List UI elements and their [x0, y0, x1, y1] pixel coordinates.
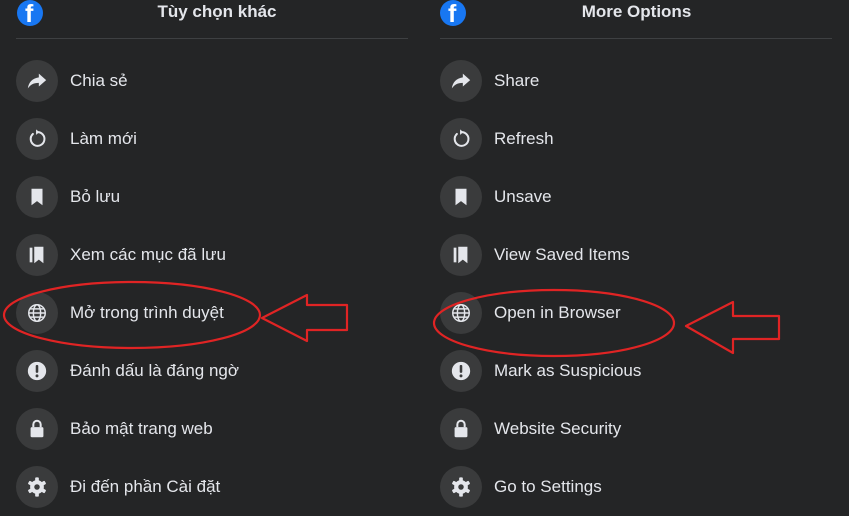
menu-item-label: Open in Browser	[494, 303, 621, 322]
menu-item-view-saved[interactable]: View Saved Items	[424, 226, 849, 284]
menu-item-label: Website Security	[494, 419, 622, 438]
menu-item-label: Refresh	[494, 129, 554, 148]
menu-item-open-in-browser[interactable]: Open in Browser	[424, 284, 849, 342]
globe-icon	[440, 292, 482, 334]
refresh-icon	[16, 118, 58, 160]
menu-item-settings[interactable]: Go to Settings	[424, 458, 849, 516]
share-icon	[16, 60, 58, 102]
right-header-title: More Options	[581, 2, 692, 21]
menu-item-label: Mark as Suspicious	[494, 361, 642, 380]
menu-item-share[interactable]: Share	[424, 52, 849, 110]
left-header-divider	[16, 38, 408, 39]
right-header-divider	[440, 38, 832, 39]
menu-item-label: Unsave	[494, 187, 552, 206]
bookmark-icon	[16, 176, 58, 218]
menu-item-website-security[interactable]: Website Security	[424, 400, 849, 458]
alert-icon	[440, 350, 482, 392]
gear-icon	[440, 466, 482, 508]
menu-item-label: Đánh dấu là đáng ngờ	[70, 361, 240, 380]
menu-item-label: Share	[494, 71, 540, 90]
menu-item-label: Đi đến phần Cài đặt	[70, 477, 221, 496]
alert-icon	[16, 350, 58, 392]
left-header-title: Tùy chọn khác	[157, 2, 277, 21]
menu-item-label: Bỏ lưu	[70, 187, 121, 206]
saved-items-icon	[440, 234, 482, 276]
menu-item-refresh[interactable]: Refresh	[424, 110, 849, 168]
menu-item-settings[interactable]: Đi đến phần Cài đặt	[0, 458, 424, 516]
left-options-panel: f Tùy chọn khác Chia sẻ Làm mới Bỏ lưu X…	[0, 0, 424, 510]
right-options-panel: f More Options Share Refresh Unsave View…	[424, 0, 849, 510]
menu-item-unsave[interactable]: Unsave	[424, 168, 849, 226]
menu-item-refresh[interactable]: Làm mới	[0, 110, 424, 168]
menu-item-label: Làm mới	[70, 129, 137, 148]
gear-icon	[16, 466, 58, 508]
menu-item-unsave[interactable]: Bỏ lưu	[0, 168, 424, 226]
menu-item-view-saved[interactable]: Xem các mục đã lưu	[0, 226, 424, 284]
menu-item-label: View Saved Items	[494, 245, 630, 264]
menu-item-label: Bảo mật trang web	[70, 419, 213, 438]
lock-icon	[440, 408, 482, 450]
saved-items-icon	[16, 234, 58, 276]
menu-item-website-security[interactable]: Bảo mật trang web	[0, 400, 424, 458]
menu-item-open-in-browser[interactable]: Mở trong trình duyệt	[0, 284, 424, 342]
menu-item-mark-suspicious[interactable]: Đánh dấu là đáng ngờ	[0, 342, 424, 400]
bookmark-icon	[440, 176, 482, 218]
globe-icon	[16, 292, 58, 334]
menu-item-label: Go to Settings	[494, 477, 602, 496]
right-header: f More Options	[424, 0, 849, 30]
lock-icon	[16, 408, 58, 450]
menu-item-share[interactable]: Chia sẻ	[0, 52, 424, 110]
menu-item-label: Xem các mục đã lưu	[70, 245, 226, 264]
menu-item-mark-suspicious[interactable]: Mark as Suspicious	[424, 342, 849, 400]
left-header: f Tùy chọn khác	[0, 0, 424, 30]
refresh-icon	[440, 118, 482, 160]
menu-item-label: Mở trong trình duyệt	[70, 303, 224, 322]
share-icon	[440, 60, 482, 102]
menu-item-label: Chia sẻ	[70, 71, 128, 90]
